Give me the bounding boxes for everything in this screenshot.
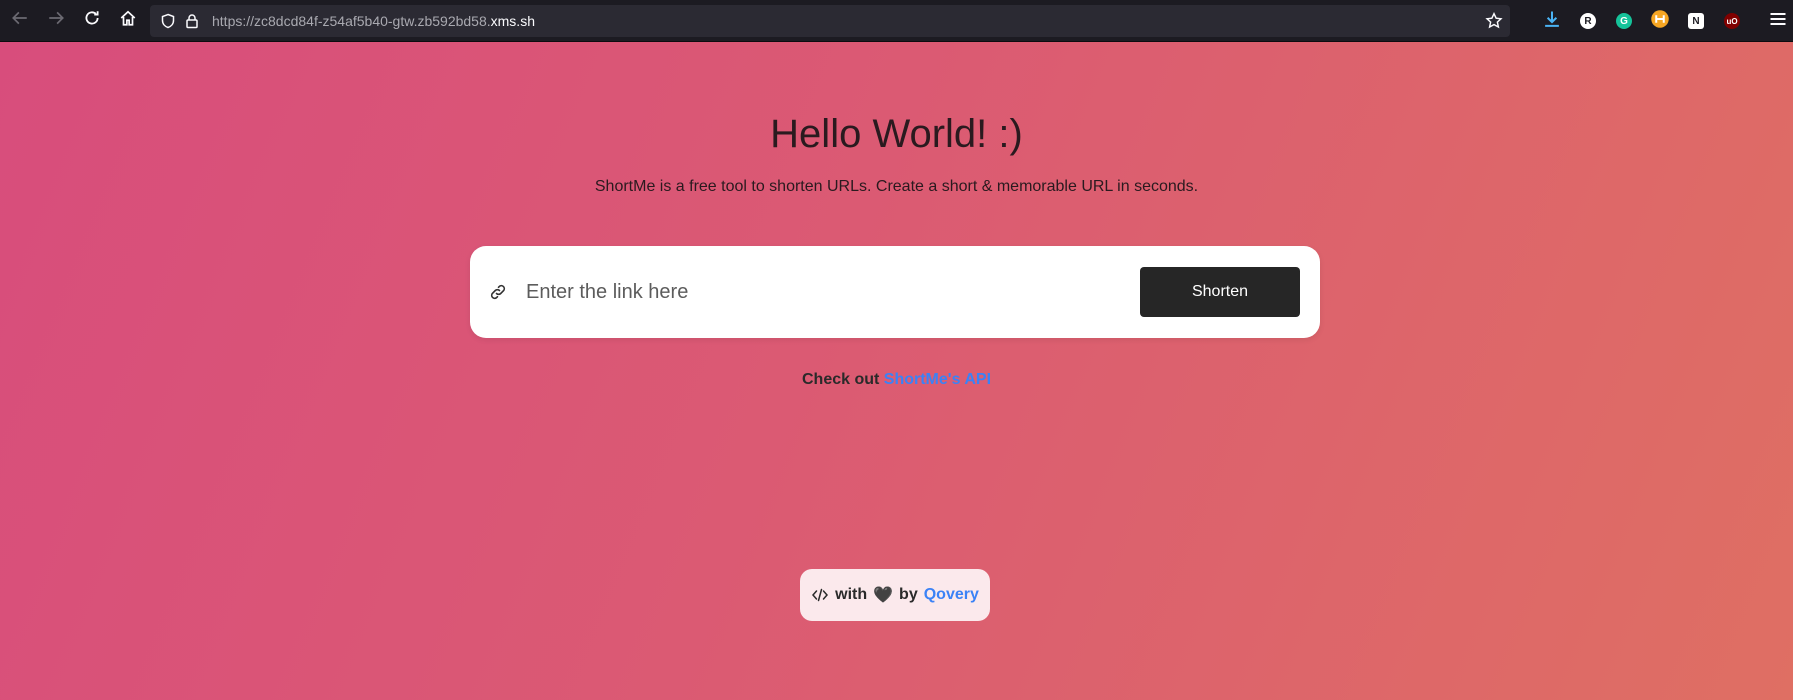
page-subtitle: ShortMe is a free tool to shorten URLs. … [594,178,1199,195]
honey-icon [1650,9,1670,34]
bookmark-star-icon[interactable] [1482,9,1506,33]
url-prefix: https://zc8dcd84f-z54af5b40-gtw.zb592bd5… [212,13,491,29]
browser-toolbar: https://zc8dcd84f-z54af5b40-gtw.zb592bd5… [0,0,1793,42]
download-icon [1542,9,1562,34]
page-content: Hello World! :) ShortMe is a free tool t… [0,42,1793,700]
extension-grammarly-button[interactable]: G [1612,9,1636,33]
ublock-icon: uO [1724,13,1740,29]
heart-icon: 🖤 [873,587,894,604]
link-input[interactable] [524,268,1084,316]
url-host: xms.sh [490,13,535,29]
shorten-button[interactable]: Shorten [1140,267,1300,317]
api-note: Check out ShortMe's API [0,371,1793,389]
downloads-button[interactable] [1540,9,1564,33]
page-title: Hello World! :) [770,112,1023,156]
back-button[interactable] [2,3,38,39]
shield-icon[interactable] [156,9,180,33]
lock-icon[interactable] [180,9,204,33]
code-icon [811,586,829,604]
arrow-left-icon [11,9,29,32]
menu-button[interactable] [1766,9,1790,33]
url-text[interactable]: https://zc8dcd84f-z54af5b40-gtw.zb592bd5… [212,13,535,29]
notion-icon: N [1688,13,1704,29]
extension-notion-button[interactable]: N [1684,9,1708,33]
footer-credit: with 🖤 by Qovery [800,569,990,621]
footer-with: with [835,586,868,603]
qovery-link[interactable]: Qovery [924,586,979,604]
nav-buttons [2,3,146,39]
reload-button[interactable] [74,3,110,39]
home-button[interactable] [110,3,146,39]
api-link[interactable]: ShortMe's API [884,371,991,388]
toolbar-right: R G N uO [1540,4,1790,38]
home-icon [119,9,137,32]
api-note-prefix: Check out [801,371,880,388]
footer-by: by [899,586,918,603]
extension-honey-button[interactable] [1648,9,1672,33]
forward-button[interactable] [38,3,74,39]
extension-r-icon: R [1580,13,1596,29]
shorten-form: Shorten [470,246,1320,338]
grammarly-icon: G [1616,13,1632,29]
reload-icon [83,9,101,32]
arrow-right-icon [47,9,65,32]
hamburger-menu-icon [1768,9,1788,34]
extension-ublock-button[interactable]: uO [1720,9,1744,33]
address-bar[interactable]: https://zc8dcd84f-z54af5b40-gtw.zb592bd5… [150,5,1510,37]
extension-r-button[interactable]: R [1576,9,1600,33]
link-icon [488,282,508,302]
